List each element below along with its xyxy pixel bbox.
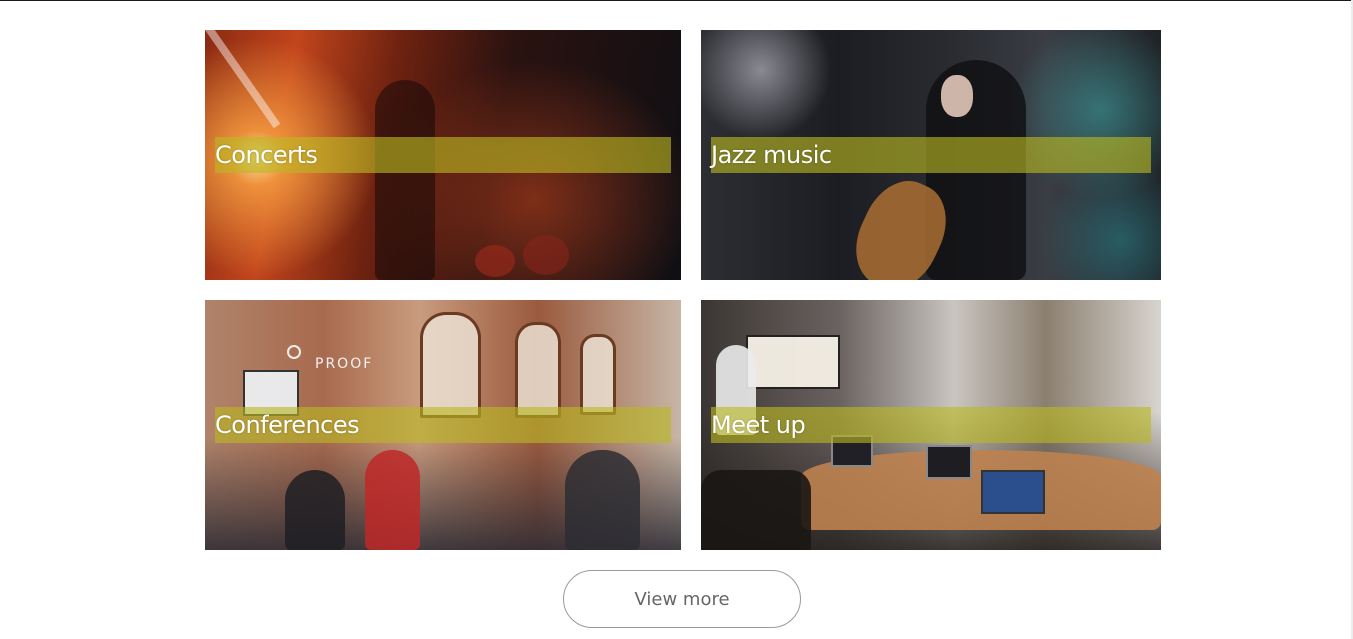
event-categories-page: Concerts Jazz music PROOF Conferences Me… xyxy=(0,0,1353,639)
category-card-jazz-music[interactable]: Jazz music xyxy=(701,30,1161,280)
card-label: Meet up xyxy=(711,411,806,439)
view-more-button[interactable]: View more xyxy=(563,570,801,628)
card-label: Conferences xyxy=(215,411,360,439)
category-card-meet-up[interactable]: Meet up xyxy=(701,300,1161,550)
card-label: Jazz music xyxy=(711,141,832,169)
category-card-concerts[interactable]: Concerts xyxy=(205,30,681,280)
card-label: Concerts xyxy=(215,141,318,169)
category-card-conferences[interactable]: PROOF Conferences xyxy=(205,300,681,550)
top-divider xyxy=(0,0,1353,1)
